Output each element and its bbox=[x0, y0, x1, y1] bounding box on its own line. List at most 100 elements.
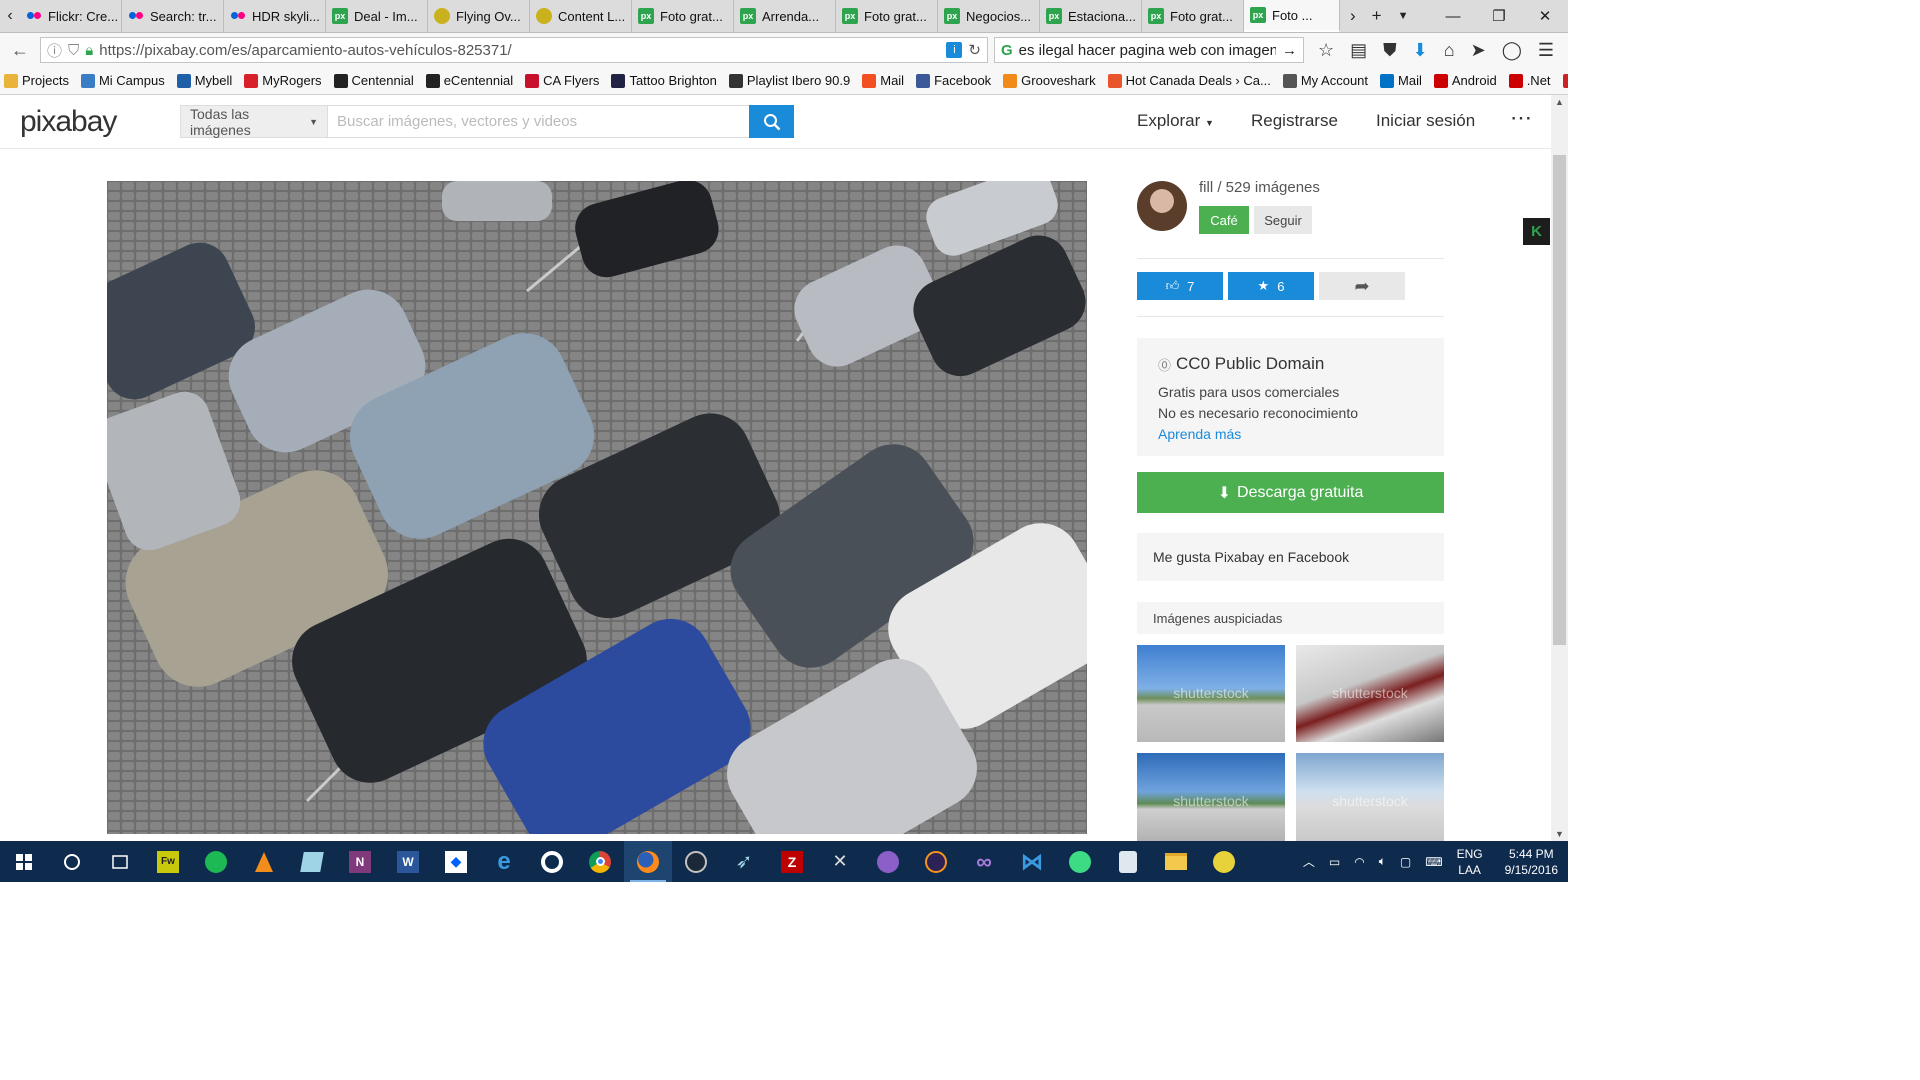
shield-icon[interactable]: ⛉ bbox=[68, 42, 79, 59]
download-icon[interactable]: ⬇ bbox=[1413, 40, 1428, 61]
restore-icon[interactable]: ❐ bbox=[1476, 0, 1522, 32]
app-icon[interactable] bbox=[1104, 841, 1152, 882]
register-link[interactable]: Registrarse bbox=[1251, 111, 1338, 131]
tab[interactable]: px Negocios... bbox=[938, 0, 1040, 32]
scroll-down-icon[interactable]: ▼ bbox=[1551, 827, 1568, 841]
page-scrollbar[interactable]: ▲ ▼ bbox=[1551, 95, 1568, 841]
tab[interactable]: px Foto grat... bbox=[1142, 0, 1244, 32]
main-photo[interactable] bbox=[107, 181, 1087, 834]
wifi-icon[interactable]: ◠ bbox=[1354, 855, 1364, 869]
favorite-button[interactable]: ★ 6 bbox=[1228, 272, 1314, 300]
new-tab-icon[interactable]: + bbox=[1372, 6, 1382, 26]
visual-studio-icon[interactable]: ∞ bbox=[960, 841, 1008, 882]
facebook-like-box[interactable]: Me gusta Pixabay en Facebook bbox=[1137, 533, 1444, 581]
keyboard-icon[interactable]: ⌨ bbox=[1425, 855, 1442, 869]
tab-scroll-left-icon[interactable]: ‹ bbox=[0, 0, 20, 32]
edge-icon[interactable]: e bbox=[480, 841, 528, 882]
android-studio-icon[interactable] bbox=[1056, 841, 1104, 882]
eclipse-icon[interactable] bbox=[912, 841, 960, 882]
language-indicator[interactable]: ENG LAA bbox=[1457, 846, 1483, 878]
search-button[interactable] bbox=[749, 105, 794, 138]
learn-more-link[interactable]: Aprenda más bbox=[1158, 424, 1423, 445]
login-link[interactable]: Iniciar sesión bbox=[1376, 111, 1475, 131]
vlc-icon[interactable] bbox=[240, 841, 288, 882]
info-icon[interactable]: ⓘ bbox=[47, 40, 62, 61]
bookmark-item[interactable]: Facebook bbox=[916, 73, 991, 88]
app-icon[interactable] bbox=[288, 841, 336, 882]
cafe-button[interactable]: Café bbox=[1199, 206, 1249, 234]
tools-icon[interactable]: ✕ bbox=[816, 841, 864, 882]
bookmark-item[interactable]: Grooveshark bbox=[1003, 73, 1096, 88]
bookmark-item[interactable]: My Account bbox=[1282, 73, 1368, 88]
bookmark-star-icon[interactable]: ☆ bbox=[1318, 40, 1334, 61]
chat-icon[interactable]: ◯ bbox=[1502, 40, 1522, 61]
app-icon[interactable] bbox=[864, 841, 912, 882]
filezilla-icon[interactable]: Z bbox=[768, 841, 816, 882]
search-icon[interactable] bbox=[48, 841, 96, 882]
bookmark-item[interactable]: Projects bbox=[4, 73, 69, 88]
sponsored-thumbnail[interactable]: shutterstock bbox=[1137, 753, 1285, 850]
bookmark-item[interactable]: MyRogers bbox=[244, 73, 322, 88]
bookmark-item[interactable]: Android bbox=[1433, 73, 1497, 88]
user-name[interactable]: fill / 529 imágenes bbox=[1199, 179, 1320, 196]
pocket-icon[interactable]: ⛊ bbox=[1383, 40, 1397, 61]
tab[interactable]: Flickr: Cre... bbox=[20, 0, 122, 32]
url-bar[interactable]: ⓘ ⛉ 🔒︎ https://pixabay.com/es/aparcamien… bbox=[40, 37, 988, 63]
bookmark-item[interactable]: .Net bbox=[1508, 73, 1551, 88]
scrollbar-thumb[interactable] bbox=[1553, 155, 1566, 645]
search-text[interactable]: es ilegal hacer pagina web con imagenes bbox=[1019, 42, 1276, 59]
battery-icon[interactable]: ▭ bbox=[1329, 855, 1340, 869]
bookmark-item[interactable]: Mail bbox=[1380, 73, 1422, 88]
volume-icon[interactable]: 🔈︎ bbox=[1379, 854, 1386, 869]
minimize-icon[interactable]: — bbox=[1430, 0, 1476, 32]
tab-active[interactable]: px Foto ... bbox=[1244, 0, 1340, 32]
bookmark-item[interactable]: Tattoo Brighton bbox=[611, 73, 717, 88]
bookmark-item[interactable]: Centennial bbox=[333, 73, 414, 88]
pixabay-logo[interactable]: pixabay bbox=[20, 105, 117, 139]
sponsored-thumbnail[interactable]: shutterstock bbox=[1137, 645, 1285, 742]
tab[interactable]: px Arrenda... bbox=[734, 0, 836, 32]
avatar[interactable] bbox=[1137, 181, 1187, 231]
bookmark-item[interactable]: Mybell bbox=[176, 73, 232, 88]
tab[interactable]: px Foto grat... bbox=[836, 0, 938, 32]
word-icon[interactable]: W bbox=[384, 841, 432, 882]
explore-menu[interactable]: Explorar ▼ bbox=[1137, 111, 1214, 131]
bookmark-item[interactable]: CA Flyers bbox=[525, 73, 599, 88]
back-icon[interactable]: ← bbox=[6, 36, 34, 64]
tab[interactable]: Search: tr... bbox=[122, 0, 224, 32]
tab[interactable]: Content L... bbox=[530, 0, 632, 32]
notification-icon[interactable]: ▢ bbox=[1400, 855, 1411, 869]
start-icon[interactable] bbox=[0, 841, 48, 882]
menu-icon[interactable]: ☰ bbox=[1538, 40, 1554, 61]
vscode-icon[interactable]: ⋈ bbox=[1008, 841, 1056, 882]
send-icon[interactable]: ➤ bbox=[1471, 40, 1486, 61]
reload-icon[interactable]: ↻ bbox=[968, 41, 981, 59]
tab[interactable]: px Deal - Im... bbox=[326, 0, 428, 32]
bookmark-item[interactable]: Mi Campus bbox=[80, 73, 165, 88]
tab[interactable]: Flying Ov... bbox=[428, 0, 530, 32]
url-text[interactable]: https://pixabay.com/es/aparcamiento-auto… bbox=[99, 42, 940, 59]
close-icon[interactable]: ✕ bbox=[1522, 0, 1568, 32]
like-button[interactable]: 👍︎ 7 bbox=[1137, 272, 1223, 300]
search-input[interactable]: Buscar imágenes, vectores y videos bbox=[327, 105, 750, 138]
onenote-icon[interactable]: N bbox=[336, 841, 384, 882]
tab-list-icon[interactable]: ▼ bbox=[1398, 10, 1409, 22]
sponsored-thumbnail[interactable]: shutterstock bbox=[1296, 645, 1444, 742]
reading-list-icon[interactable]: ▤ bbox=[1350, 40, 1367, 61]
app-icon[interactable] bbox=[1200, 841, 1248, 882]
home-icon[interactable]: ⌂ bbox=[1444, 40, 1455, 61]
tab[interactable]: px Foto grat... bbox=[632, 0, 734, 32]
category-select[interactable]: Todas las imágenes ▼ bbox=[180, 105, 328, 138]
scroll-up-icon[interactable]: ▲ bbox=[1551, 95, 1568, 109]
search-go-icon[interactable]: → bbox=[1282, 42, 1297, 59]
task-view-icon[interactable] bbox=[96, 841, 144, 882]
tab[interactable]: HDR skyli... bbox=[224, 0, 326, 32]
opera-icon[interactable] bbox=[528, 841, 576, 882]
fireworks-icon[interactable]: Fw bbox=[144, 841, 192, 882]
follow-button[interactable]: Seguir bbox=[1254, 206, 1312, 234]
tab-scroll-right-icon[interactable]: › bbox=[1350, 6, 1356, 26]
spotify-icon[interactable] bbox=[192, 841, 240, 882]
bookmark-item[interactable]: Hot Canada Deals › Ca... bbox=[1107, 73, 1271, 88]
bookmark-item[interactable]: Mail bbox=[862, 73, 904, 88]
chrome-icon[interactable] bbox=[576, 841, 624, 882]
